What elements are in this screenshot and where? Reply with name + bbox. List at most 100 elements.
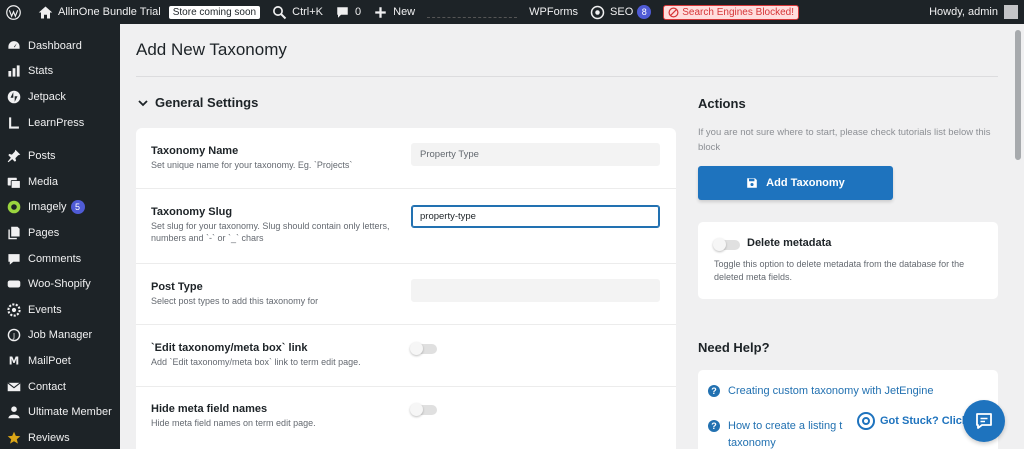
sidebar-item-comments[interactable]: Comments [0, 246, 120, 272]
account-menu[interactable]: Howdy, admin [929, 5, 1024, 19]
blocked-icon [668, 6, 679, 18]
sidebar-item-label: Contact [28, 380, 66, 393]
sidebar-item-stats[interactable]: Stats [0, 59, 120, 85]
taxonomy-name-input[interactable]: Property Type [411, 143, 660, 166]
seo-label: SEO [610, 6, 634, 18]
envelope-icon [7, 380, 21, 394]
search-shortcut: Ctrl+K [292, 6, 323, 18]
adminbar-placeholder-item[interactable] [427, 6, 518, 18]
site-name-link[interactable]: AllinOne Bundle Trial Store coming soon [32, 0, 266, 24]
bar-chart-icon [7, 64, 21, 78]
sidebar-item-ultimate-member[interactable]: Ultimate Member [0, 399, 120, 425]
store-status-badge[interactable]: Store coming soon [168, 5, 261, 19]
comments-link[interactable]: 0 [329, 0, 367, 24]
avatar [1004, 5, 1018, 19]
sidebar-item-label: Ultimate Member [28, 406, 112, 419]
sidebar-item-contact[interactable]: Contact [0, 374, 120, 400]
sidebar-item-imagely[interactable]: Imagely 5 [0, 195, 120, 221]
question-icon: ? [708, 385, 720, 397]
imagely-icon [7, 200, 21, 214]
help-link-custom-taxonomy[interactable]: ? Creating custom taxonomy with JetEngin… [708, 383, 933, 400]
sidebar-item-jetpack[interactable]: Jetpack [0, 84, 120, 110]
edit-link-label: `Edit taxonomy/meta box` link [151, 342, 308, 354]
hide-meta-toggle[interactable] [410, 403, 437, 416]
mailpoet-icon: M [7, 354, 21, 368]
delete-metadata-label: Delete metadata [747, 237, 832, 249]
sidebar-item-label: Imagely [28, 201, 67, 214]
sidebar-item-label: Job Manager [28, 329, 93, 342]
delete-metadata-card: Delete metadata Toggle this option to de… [698, 222, 998, 299]
site-name: AllinOne Bundle Trial [58, 6, 161, 18]
sidebar-item-woo-shopify[interactable]: Woo-Shopify [0, 271, 120, 297]
sidebar-item-label: MailPoet [28, 354, 71, 367]
help-link-line2: taxonomy [728, 437, 776, 449]
general-settings-toggle[interactable]: General Settings [138, 95, 258, 110]
new-content-link[interactable]: New [367, 0, 421, 24]
sidebar-item-label: Jetpack [28, 90, 66, 103]
general-settings-card: Taxonomy Name Set unique name for your t… [136, 128, 676, 449]
command-search[interactable]: Ctrl+K [266, 0, 329, 24]
sidebar-item-events[interactable]: Events [0, 297, 120, 323]
search-icon [273, 5, 287, 19]
taxonomy-name-description: Set unique name for your taxonomy. Eg. `… [151, 160, 353, 170]
blocked-badge: Search Engines Blocked! [663, 4, 799, 20]
job-manager-icon: J [7, 328, 21, 342]
post-type-row: Post Type Select post types to add this … [136, 264, 676, 325]
sidebar-item-posts[interactable]: Posts [0, 143, 120, 169]
sidebar-item-job-manager[interactable]: J Job Manager [0, 323, 120, 349]
comment-icon [7, 252, 21, 266]
post-type-select[interactable] [411, 279, 660, 302]
seo-link[interactable]: SEO 8 [584, 0, 657, 24]
comment-icon [337, 6, 348, 18]
add-taxonomy-label: Add Taxonomy [766, 177, 845, 189]
chevron-down-icon [138, 99, 148, 106]
taxonomy-slug-input[interactable]: property-type [411, 205, 660, 228]
chat-button[interactable] [963, 400, 1005, 442]
scrollbar-thumb[interactable] [1015, 30, 1021, 160]
sidebar-item-reviews[interactable]: Reviews [0, 425, 120, 449]
sidebar-item-label: Woo-Shopify [28, 278, 91, 291]
edit-link-toggle[interactable] [410, 342, 437, 355]
page-scrollbar[interactable] [1012, 24, 1024, 449]
search-engines-blocked-notice[interactable]: Search Engines Blocked! [657, 0, 805, 24]
actions-hint: If you are not sure where to start, plea… [698, 127, 991, 153]
pages-icon [7, 226, 21, 240]
sidebar-item-pages[interactable]: Pages [0, 220, 120, 246]
home-icon [38, 6, 53, 18]
add-taxonomy-button[interactable]: Add Taxonomy [698, 166, 893, 200]
sidebar-item-label: Comments [28, 252, 82, 265]
svg-text:J: J [12, 332, 15, 340]
taxonomy-slug-description: Set slug for your taxonomy. Slug should … [151, 221, 390, 243]
hide-meta-label: Hide meta field names [151, 403, 268, 415]
help-link-listing-taxonomy[interactable]: ? How to create a listing t taxonomy [708, 418, 842, 449]
events-gear-icon [7, 303, 21, 317]
sidebar-item-learnpress[interactable]: LearnPress [0, 110, 120, 136]
section-title: General Settings [155, 95, 259, 110]
hide-meta-description: Hide meta field names on term edit page. [151, 418, 316, 428]
delete-metadata-toggle[interactable] [713, 238, 740, 251]
sidebar-item-label: Dashboard [28, 39, 82, 52]
sidebar-item-label: Media [28, 175, 58, 188]
sidebar-item-dashboard[interactable]: Dashboard [0, 33, 120, 59]
wordpress-logo[interactable] [0, 0, 32, 24]
sidebar-item-media[interactable]: Media [0, 169, 120, 195]
help-link-label: How to create a listing t taxonomy [728, 418, 842, 449]
page-title: Add New Taxonomy [136, 40, 287, 59]
got-stuck-widget[interactable]: Got Stuck? Click [853, 409, 970, 433]
sidebar-item-label: Pages [28, 226, 60, 239]
media-icon [7, 175, 21, 189]
sidebar-item-mailpoet[interactable]: M MailPoet [0, 348, 120, 374]
lifebuoy-icon [857, 412, 875, 430]
help-link-line1: How to create a listing t [728, 420, 843, 432]
howdy-text: Howdy, admin [929, 6, 998, 18]
dashboard-icon [7, 39, 21, 53]
seo-gear-icon [590, 5, 605, 19]
jetpack-icon [7, 90, 21, 104]
learnpress-icon [7, 116, 21, 130]
help-link-label: Creating custom taxonomy with JetEngine [728, 385, 934, 397]
new-label: New [393, 6, 416, 18]
actions-title: Actions [698, 96, 746, 111]
got-stuck-label: Got Stuck? Click [880, 415, 969, 427]
wpforms-link[interactable]: WPForms [523, 0, 584, 24]
edit-link-description: Add `Edit taxonomy/meta box` link to ter… [151, 357, 361, 367]
